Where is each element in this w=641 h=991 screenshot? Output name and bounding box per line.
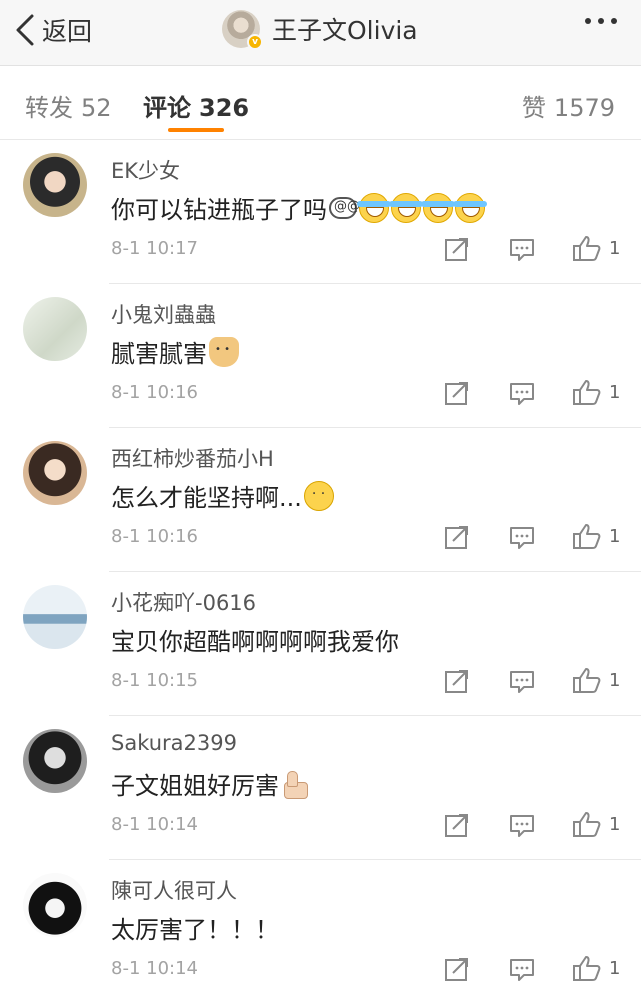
comment-item: 小鬼刘蟲蟲腻害腻害 8-1 10:16 1 (0, 284, 641, 428)
comment-list: EK少女你可以钻进瓶子了吗 8-1 10:17 1 小鬼刘蟲蟲腻害腻害 8-1 10:1… (0, 140, 641, 991)
doge-emoji-icon (209, 336, 239, 367)
like-count[interactable]: 1 (609, 238, 620, 259)
share-icon[interactable] (444, 668, 470, 694)
comment-item: Sakura2399 子文姐姐好厉害 8-1 10:14 1 (0, 716, 641, 860)
tab-comment-count: 326 (199, 94, 250, 122)
tab-repost-count: 52 (81, 94, 112, 122)
commenter-name[interactable]: 陳可人很可人 (111, 875, 237, 905)
back-label: 返回 (42, 17, 93, 46)
reply-icon[interactable] (509, 380, 535, 406)
comment-text-line: 腻害腻害 (111, 334, 239, 369)
like-count[interactable]: 1 (609, 958, 620, 979)
think-emoji-icon (303, 480, 334, 511)
comment-item: 陳可人很可人太厉害了！！！ 8-1 10:14 1 (0, 860, 641, 991)
page-title-group[interactable]: v 王子文Olivia (222, 7, 418, 51)
tab-repost-label: 转发 (25, 94, 73, 122)
more-dots-icon[interactable] (585, 18, 617, 24)
comment-text: 你可以钻进瓶子了吗 (111, 196, 327, 224)
comment-time: 8-1 10:16 (111, 382, 198, 403)
laugh-emoji-icon (357, 192, 391, 223)
back-chevron-icon (16, 14, 34, 46)
like-thumb-icon[interactable] (572, 522, 602, 550)
comment-time: 8-1 10:16 (111, 526, 198, 547)
commenter-name[interactable]: 西红柿炒番茄小H (111, 443, 274, 473)
like-count[interactable]: 1 (609, 382, 620, 403)
share-icon[interactable] (444, 380, 470, 406)
commenter-name[interactable]: Sakura2399 (111, 731, 237, 755)
tab-like-count: 1579 (553, 94, 615, 122)
comment-text: 太厉害了！！！ (111, 916, 279, 944)
reply-icon[interactable] (509, 668, 535, 694)
comment-text: 宝贝你超酷啊啊啊啊我爱你 (111, 628, 399, 656)
commenter-avatar[interactable] (23, 441, 87, 505)
thumb-emoji-icon (281, 769, 313, 799)
laugh-emoji-icon (421, 192, 455, 223)
share-icon[interactable] (444, 524, 470, 550)
commenter-avatar[interactable] (23, 153, 87, 217)
like-thumb-icon[interactable] (572, 954, 602, 982)
commenter-name[interactable]: 小鬼刘蟲蟲 (111, 299, 216, 329)
laugh-emoji-icon (453, 192, 487, 223)
comment-item: 小花痴吖-0616 宝贝你超酷啊啊啊啊我爱你 8-1 10:15 1 (0, 572, 641, 716)
comment-time: 8-1 10:14 (111, 958, 198, 979)
like-thumb-icon[interactable] (572, 378, 602, 406)
comment-time: 8-1 10:14 (111, 814, 198, 835)
tab-comment-label: 评论 (143, 94, 191, 122)
commenter-name[interactable]: 小花痴吖-0616 (111, 587, 256, 617)
commenter-avatar[interactable] (23, 873, 87, 937)
dizzy-emoji-icon (329, 196, 360, 219)
share-icon[interactable] (444, 956, 470, 982)
tab-like-label: 赞 (521, 94, 546, 122)
comment-text: 子文姐姐好厉害 (111, 772, 279, 800)
like-thumb-icon[interactable] (572, 666, 602, 694)
tab-like[interactable]: 赞 1579 (522, 88, 615, 123)
comment-item: EK少女你可以钻进瓶子了吗 8-1 10:17 1 (0, 140, 641, 284)
commenter-avatar[interactable] (23, 297, 87, 361)
comment-text-line: 宝贝你超酷啊啊啊啊我爱你 (111, 622, 399, 657)
reply-icon[interactable] (509, 524, 535, 550)
commenter-avatar[interactable] (23, 729, 87, 793)
comment-item: 西红柿炒番茄小H 怎么才能坚持啊... 8-1 10:16 1 (0, 428, 641, 572)
laugh-emoji-icon (389, 192, 423, 223)
author-avatar[interactable]: v (222, 10, 263, 50)
page-title: 王子文Olivia (272, 16, 418, 45)
comment-text-line: 怎么才能坚持啊... (111, 478, 334, 513)
tab-repost[interactable]: 转发 52 (25, 88, 112, 123)
share-icon[interactable] (444, 236, 470, 262)
like-count[interactable]: 1 (609, 670, 620, 691)
top-nav-bar: 返回 v 王子文Olivia (0, 0, 641, 66)
like-thumb-icon[interactable] (572, 810, 602, 838)
comment-text-line: 子文姐姐好厉害 (111, 766, 313, 801)
reply-icon[interactable] (509, 956, 535, 982)
share-icon[interactable] (444, 812, 470, 838)
commenter-name[interactable]: EK少女 (111, 155, 180, 185)
reply-icon[interactable] (509, 236, 535, 262)
comment-text: 腻害腻害 (111, 340, 207, 368)
like-count[interactable]: 1 (609, 526, 620, 547)
comment-text-line: 你可以钻进瓶子了吗 (111, 190, 487, 225)
reply-icon[interactable] (509, 812, 535, 838)
comment-text-line: 太厉害了！！！ (111, 910, 279, 945)
tab-bar: 转发 52 评论 326 赞 1579 (0, 66, 641, 140)
comment-text: 怎么才能坚持啊... (111, 484, 302, 512)
comment-time: 8-1 10:15 (111, 670, 198, 691)
tab-comment[interactable]: 评论 326 (143, 88, 249, 123)
like-count[interactable]: 1 (609, 814, 620, 835)
active-tab-indicator (168, 128, 224, 132)
commenter-avatar[interactable] (23, 585, 87, 649)
like-thumb-icon[interactable] (572, 234, 602, 262)
verified-badge-icon: v (247, 34, 263, 50)
back-button[interactable]: 返回 (14, 10, 92, 50)
comment-time: 8-1 10:17 (111, 238, 198, 259)
